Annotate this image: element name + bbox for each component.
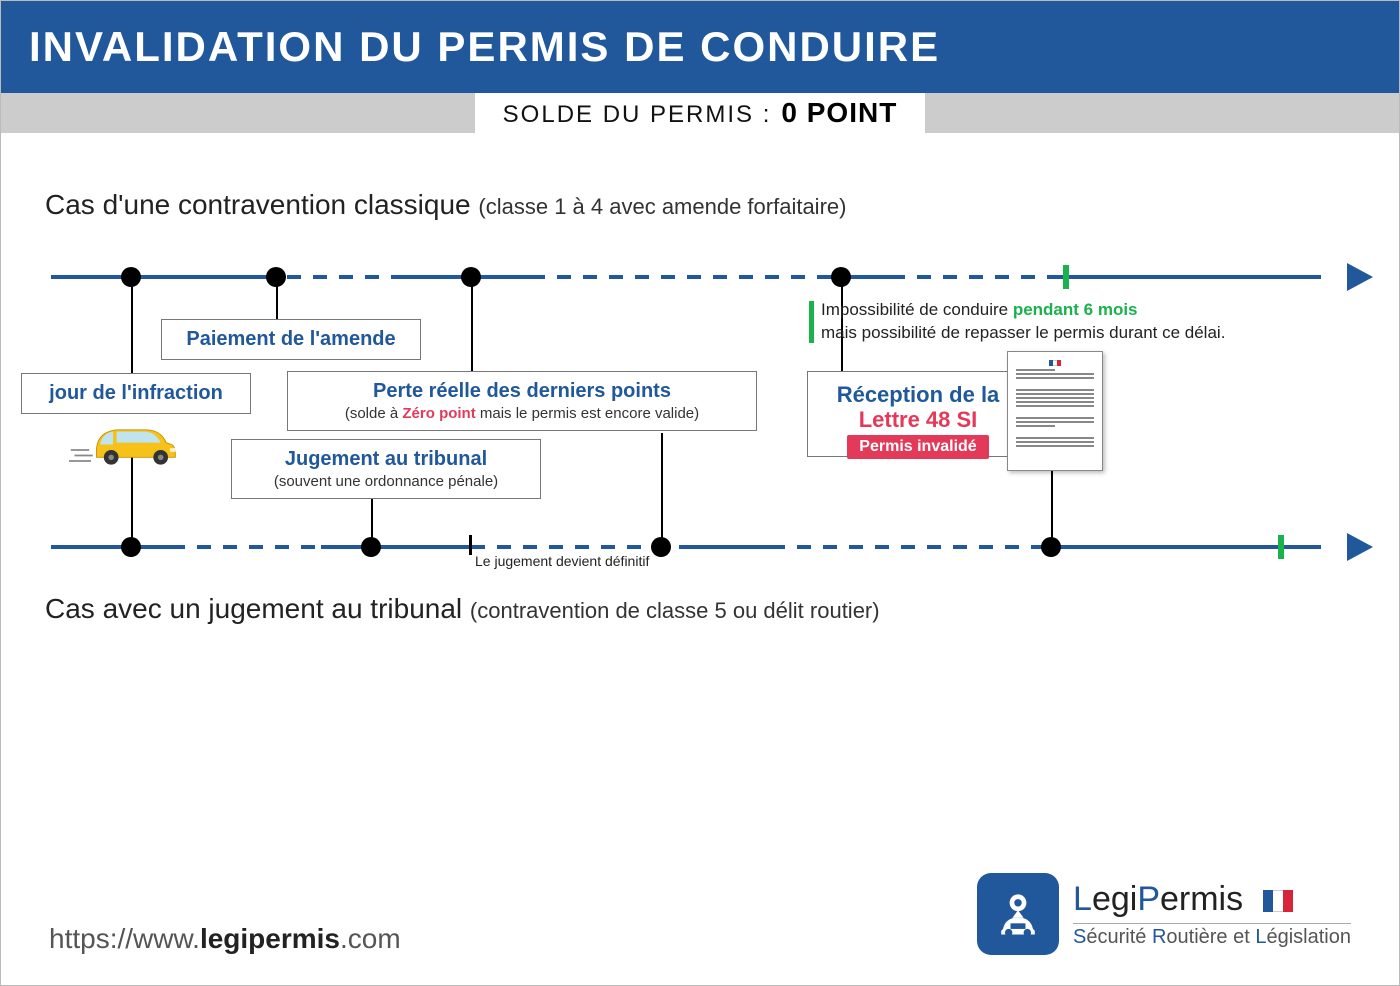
- event-paiement: Paiement de l'amende: [161, 319, 421, 360]
- event-title: Perte réelle des derniers points: [302, 380, 742, 403]
- brand-icon: [977, 873, 1059, 955]
- reception-letter: Lettre 48 SI: [828, 407, 1008, 433]
- brand-text: LegiPermis Sécurité Routière et Législat…: [1073, 880, 1351, 949]
- event-note: (solde à Zéro point mais le permis est e…: [302, 405, 742, 422]
- case-top-sub: (classe 1 à 4 avec amende forfaitaire): [478, 194, 846, 219]
- event-jugement: Jugement au tribunal (souvent une ordonn…: [231, 439, 541, 499]
- green-marker-icon: [1278, 535, 1284, 559]
- case-top-title: Cas d'une contravention classique (class…: [45, 189, 846, 221]
- reception-title: Réception de la: [828, 382, 1008, 407]
- event-title: jour de l'infraction: [36, 382, 236, 405]
- balance-value: 0 POINT: [781, 97, 897, 129]
- case-bottom-title: Cas avec un jugement au tribunal (contra…: [45, 593, 880, 625]
- arrow-icon: [1347, 263, 1373, 291]
- page-title: INVALIDATION DU PERMIS DE CONDUIRE: [29, 23, 1371, 71]
- event-note: (souvent une ordonnance pénale): [246, 473, 526, 490]
- car-icon: [69, 409, 179, 474]
- green-bar-icon: [809, 301, 814, 343]
- document-icon: [1007, 351, 1103, 471]
- brand-logo: LegiPermis Sécurité Routière et Législat…: [977, 873, 1351, 955]
- case-bottom-main: Cas avec un jugement au tribunal: [45, 593, 470, 624]
- subheader: SOLDE DU PERMIS : 0 POINT: [475, 93, 926, 133]
- footer: https://www.legipermis.com LegiPermis Sé…: [1, 873, 1399, 955]
- timeline-bottom: [51, 543, 1369, 551]
- case-bottom-sub: (contravention de classe 5 ou délit rout…: [470, 598, 880, 623]
- content-area: Cas d'une contravention classique (class…: [1, 133, 1399, 893]
- timeline-top: [51, 273, 1369, 281]
- footer-url: https://www.legipermis.com: [49, 923, 401, 955]
- small-note-jugement: Le jugement devient définitif: [475, 553, 649, 569]
- case-top-main: Cas d'une contravention classique: [45, 189, 478, 220]
- flag-icon: [1263, 890, 1293, 912]
- green-marker-icon: [1063, 265, 1069, 289]
- arrow-icon: [1347, 533, 1373, 561]
- event-infraction: jour de l'infraction: [21, 373, 251, 414]
- balance-label: SOLDE DU PERMIS :: [503, 101, 772, 129]
- info-note: Impossibilité de conduire pendant 6 mois…: [821, 299, 1291, 345]
- event-title: Paiement de l'amende: [176, 328, 406, 351]
- header-banner: INVALIDATION DU PERMIS DE CONDUIRE: [1, 1, 1399, 93]
- event-perte: Perte réelle des derniers points (solde …: [287, 371, 757, 431]
- subheader-bar: SOLDE DU PERMIS : 0 POINT: [1, 93, 1399, 133]
- status-badge: Permis invalidé: [847, 435, 988, 459]
- event-title: Jugement au tribunal: [246, 448, 526, 471]
- event-reception: Réception de la Lettre 48 SI Permis inva…: [807, 371, 1029, 457]
